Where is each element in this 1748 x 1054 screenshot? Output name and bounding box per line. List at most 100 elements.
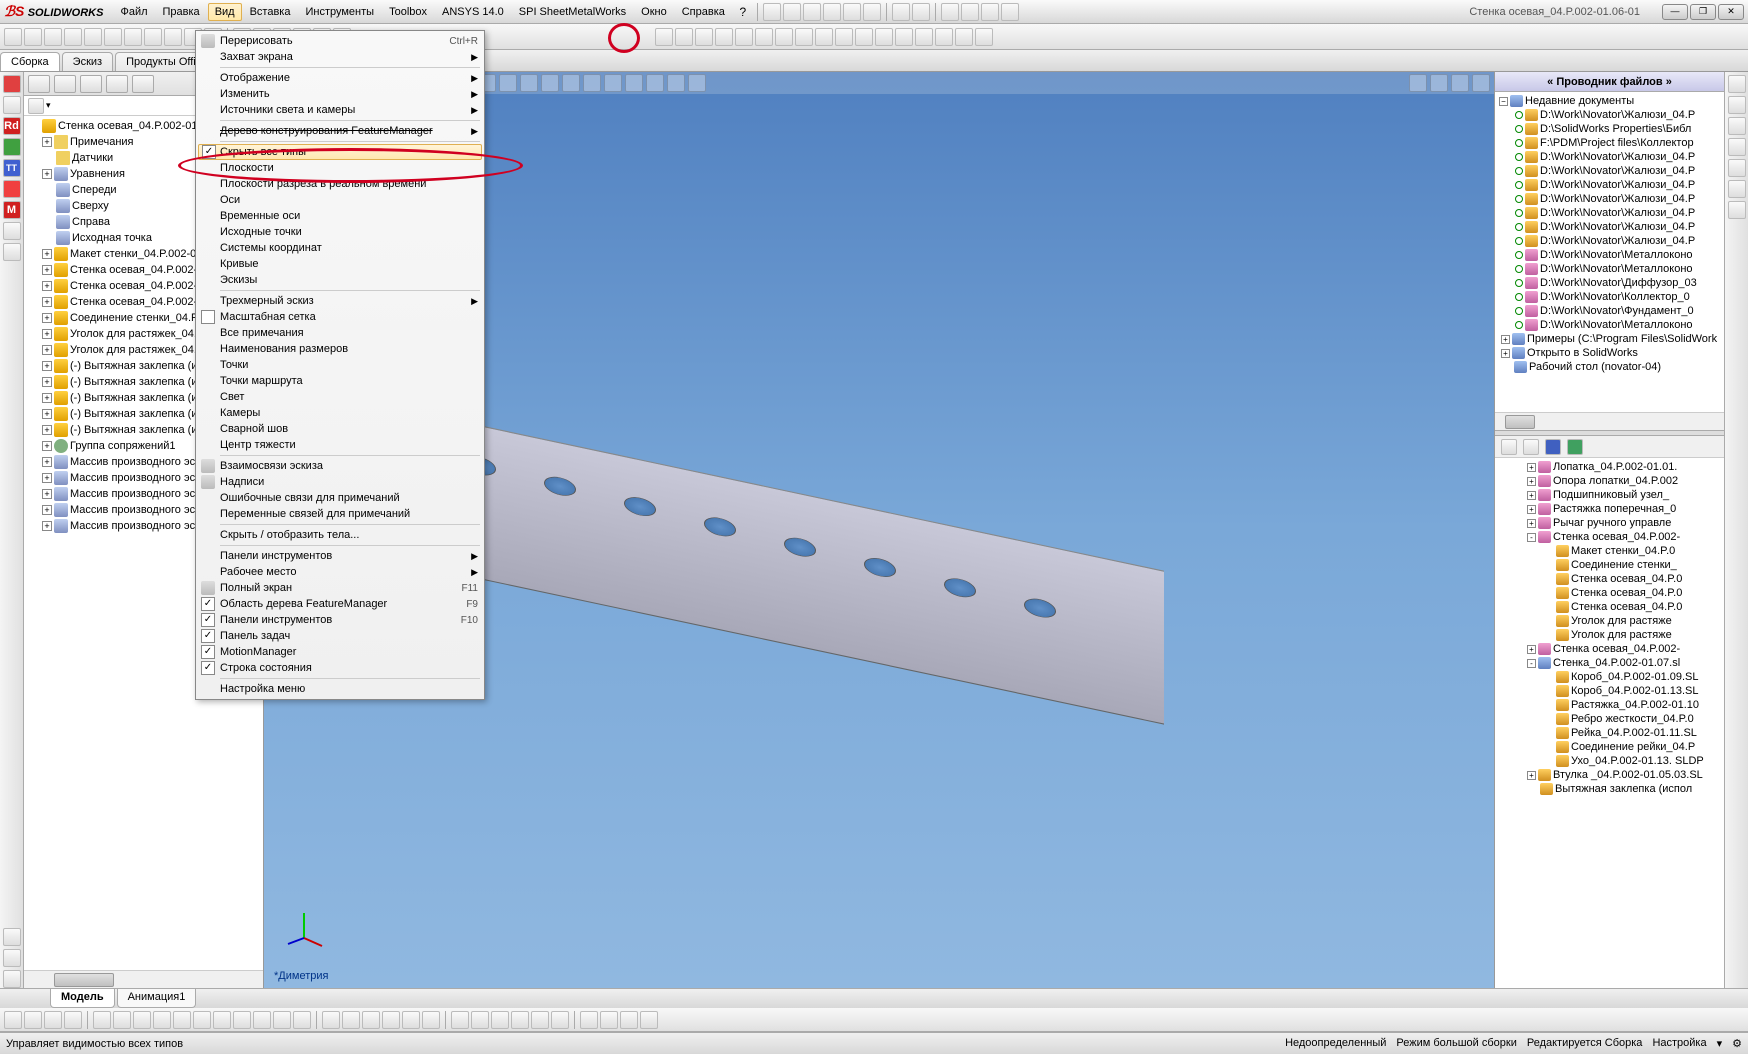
menu-ansys 14.0[interactable]: ANSYS 14.0 (435, 3, 511, 21)
tool-icon[interactable] (600, 1011, 618, 1029)
tool-icon[interactable] (835, 28, 853, 46)
recent-item[interactable]: D:\SolidWorks Properties\Библ (1497, 122, 1722, 136)
file-tree-node[interactable]: Соединение стенки_ (1497, 558, 1722, 572)
taskpane-tab-icon[interactable] (1728, 96, 1746, 114)
expand-icon[interactable]: + (1501, 349, 1510, 358)
viewport-restore-icon[interactable] (1409, 74, 1427, 92)
tool-icon[interactable] (144, 28, 162, 46)
view-icon[interactable] (499, 74, 517, 92)
expand-icon[interactable]: + (42, 265, 52, 275)
tool-icon[interactable] (755, 28, 773, 46)
view-icon[interactable] (1501, 439, 1517, 455)
menu-item[interactable]: ✓MotionManager (198, 644, 482, 660)
recent-item[interactable]: D:\Work\Novator\Жалюзи_04.P (1497, 234, 1722, 248)
tool-icon[interactable] (193, 1011, 211, 1029)
menu-item[interactable]: Настройка меню (198, 681, 482, 697)
menu-item[interactable]: Захват экрана▶ (198, 49, 482, 65)
menu-toolbox[interactable]: Toolbox (382, 3, 434, 21)
expand-icon[interactable]: + (42, 297, 52, 307)
view-icon[interactable] (541, 74, 559, 92)
file-tree-node[interactable]: +Опора лопатки_04.P.002 (1497, 474, 1722, 488)
expand-icon[interactable]: + (1527, 519, 1536, 528)
tree-item[interactable]: +Открыто в SolidWorks (1497, 346, 1722, 360)
view-icon[interactable] (646, 74, 664, 92)
help-icon[interactable]: ? (734, 3, 752, 21)
tool-icon[interactable] (213, 1011, 231, 1029)
expand-icon[interactable]: + (42, 313, 52, 323)
minimize-button[interactable]: — (1662, 4, 1688, 20)
view-icon[interactable] (520, 74, 538, 92)
menu-item[interactable]: ✓Панель задач (198, 628, 482, 644)
expand-icon[interactable]: + (42, 489, 52, 499)
file-tree-node[interactable]: Стенка осевая_04.P.0 (1497, 586, 1722, 600)
expand-icon[interactable]: + (42, 361, 52, 371)
tool-icon[interactable] (84, 28, 102, 46)
expand-icon[interactable]: + (42, 329, 52, 339)
view-icon[interactable] (625, 74, 643, 92)
expand-icon[interactable]: + (42, 249, 52, 259)
expand-icon[interactable]: + (42, 281, 52, 291)
tool-icon[interactable] (124, 28, 142, 46)
recent-item[interactable]: D:\Work\Novator\Металлоконо (1497, 318, 1722, 332)
expand-icon[interactable]: + (1527, 771, 1536, 780)
expand-icon[interactable]: - (1527, 659, 1536, 668)
tool-icon[interactable] (93, 1011, 111, 1029)
tool-icon[interactable] (3, 75, 21, 93)
tool-icon[interactable] (620, 1011, 638, 1029)
expand-icon[interactable]: + (42, 409, 52, 419)
tool-icon[interactable] (531, 1011, 549, 1029)
file-tree-node[interactable]: Стенка осевая_04.P.0 (1497, 572, 1722, 586)
file-tree-node[interactable]: Вытяжная заклепка (испол (1497, 782, 1722, 796)
menu-item[interactable]: Панели инструментов▶ (198, 548, 482, 564)
view-icon[interactable] (1523, 439, 1539, 455)
select-icon[interactable] (941, 3, 959, 21)
tool-icon[interactable] (382, 1011, 400, 1029)
tool-icon[interactable] (342, 1011, 360, 1029)
tool-icon[interactable] (133, 1011, 151, 1029)
menu-item[interactable]: Ошибочные связи для примечаний (198, 490, 482, 506)
motion-tab[interactable]: Модель (50, 989, 115, 1008)
tool-icon[interactable] (511, 1011, 529, 1029)
cm-tab[interactable]: Сборка (0, 52, 60, 71)
menu-item[interactable]: ПерерисоватьCtrl+R (198, 33, 482, 49)
status-field[interactable]: Настройка (1652, 1037, 1706, 1050)
expand-icon[interactable]: + (42, 473, 52, 483)
redo-icon[interactable] (912, 3, 930, 21)
file-tree-node[interactable]: Растяжка_04.P.002-01.10 (1497, 698, 1722, 712)
recent-item[interactable]: D:\Work\Novator\Жалюзи_04.P (1497, 108, 1722, 122)
tool-icon[interactable] (253, 1011, 271, 1029)
tool-icon[interactable] (322, 1011, 340, 1029)
menu-item[interactable]: Источники света и камеры▶ (198, 102, 482, 118)
tool-icon[interactable] (4, 28, 22, 46)
dimxpert-tab[interactable] (106, 75, 128, 93)
menu-item[interactable]: Трехмерный эскиз▶ (198, 293, 482, 309)
view-icon[interactable] (1567, 439, 1583, 455)
close-button[interactable]: ✕ (1718, 4, 1744, 20)
recent-item[interactable]: D:\Work\Novator\Жалюзи_04.P (1497, 164, 1722, 178)
expand-icon[interactable]: + (42, 169, 52, 179)
tool-icon[interactable] (3, 138, 21, 156)
view-icon[interactable] (583, 74, 601, 92)
file-explorer-tree[interactable]: +Лопатка_04.P.002-01.01.+Опора лопатки_0… (1495, 458, 1724, 988)
tool-icon[interactable] (695, 28, 713, 46)
viewport-min-icon[interactable] (1451, 74, 1469, 92)
status-icon[interactable]: ⚙ (1732, 1037, 1742, 1050)
recent-item[interactable]: D:\Work\Novator\Жалюзи_04.P (1497, 206, 1722, 220)
menu-item[interactable]: ✓Область дерева FeatureManagerF9 (198, 596, 482, 612)
tool-icon[interactable] (153, 1011, 171, 1029)
tool-icon[interactable] (735, 28, 753, 46)
recent-item[interactable]: D:\Work\Novator\Металлоконо (1497, 248, 1722, 262)
tool-icon[interactable]: Rd (3, 117, 21, 135)
tool-icon[interactable]: TT (3, 159, 21, 177)
view-icon[interactable] (688, 74, 706, 92)
expand-icon[interactable]: + (42, 521, 52, 531)
taskpane-tab-icon[interactable] (1728, 201, 1746, 219)
file-tree-node[interactable]: +Втулка _04.P.002-01.05.03.SL (1497, 768, 1722, 782)
tool-icon[interactable] (64, 28, 82, 46)
menu-файл[interactable]: Файл (113, 3, 154, 21)
menu-item[interactable]: Масштабная сетка (198, 309, 482, 325)
scrollbar-horizontal[interactable] (24, 970, 263, 988)
tool-icon[interactable] (44, 1011, 62, 1029)
file-tree-node[interactable]: Соединение рейки_04.P (1497, 740, 1722, 754)
recent-item[interactable]: D:\Work\Novator\Жалюзи_04.P (1497, 192, 1722, 206)
